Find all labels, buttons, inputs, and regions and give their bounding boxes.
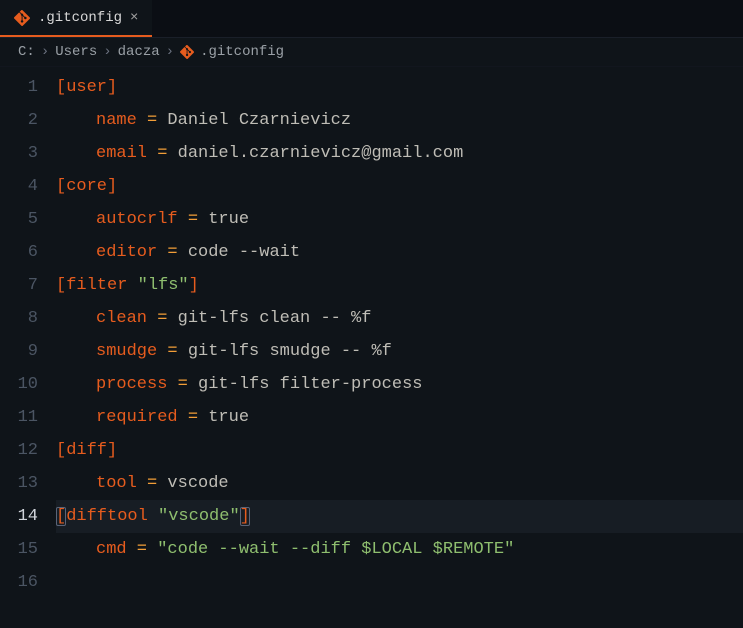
line-number: 9 bbox=[0, 335, 38, 368]
config-key: process bbox=[96, 375, 167, 394]
chevron-right-icon: › bbox=[103, 44, 111, 60]
equals-sign: = bbox=[157, 243, 188, 262]
breadcrumb-username[interactable]: dacza bbox=[118, 44, 160, 60]
code-line[interactable]: [diff] bbox=[56, 434, 743, 467]
code-editor[interactable]: 1 2 3 4 5 6 7 8 9 10 11 12 13 14 15 16 [… bbox=[0, 67, 743, 599]
section-header: [core] bbox=[56, 177, 117, 196]
section-subname: "vscode" bbox=[158, 507, 240, 526]
config-value: vscode bbox=[167, 474, 228, 493]
line-number: 4 bbox=[0, 170, 38, 203]
line-number-gutter: 1 2 3 4 5 6 7 8 9 10 11 12 13 14 15 16 bbox=[0, 71, 56, 599]
config-value: git-lfs filter-process bbox=[198, 375, 422, 394]
code-line[interactable]: [core] bbox=[56, 170, 743, 203]
config-key: clean bbox=[96, 309, 147, 328]
line-number: 3 bbox=[0, 137, 38, 170]
line-number: 2 bbox=[0, 104, 38, 137]
close-icon[interactable]: × bbox=[130, 10, 138, 26]
code-content[interactable]: [user] name = Daniel Czarnievicz email =… bbox=[56, 71, 743, 599]
line-number: 14 bbox=[0, 500, 38, 533]
line-number: 12 bbox=[0, 434, 38, 467]
section-subname: "lfs" bbox=[138, 276, 189, 295]
config-key: tool bbox=[96, 474, 137, 493]
line-number: 5 bbox=[0, 203, 38, 236]
equals-sign: = bbox=[137, 111, 168, 130]
line-number: 16 bbox=[0, 566, 38, 599]
line-number: 1 bbox=[0, 71, 38, 104]
section-header: [user] bbox=[56, 78, 117, 97]
equals-sign: = bbox=[178, 210, 209, 229]
equals-sign: = bbox=[167, 375, 198, 394]
breadcrumb-users[interactable]: Users bbox=[55, 44, 97, 60]
equals-sign: = bbox=[137, 474, 168, 493]
config-key: email bbox=[96, 144, 147, 163]
code-line[interactable]: tool = vscode bbox=[56, 467, 743, 500]
code-line[interactable]: required = true bbox=[56, 401, 743, 434]
line-number: 7 bbox=[0, 269, 38, 302]
bracket-open: [ bbox=[56, 276, 66, 295]
code-line[interactable]: autocrlf = true bbox=[56, 203, 743, 236]
config-key: autocrlf bbox=[96, 210, 178, 229]
config-key: editor bbox=[96, 243, 157, 262]
code-line[interactable] bbox=[56, 566, 743, 599]
chevron-right-icon: › bbox=[166, 44, 174, 60]
code-line[interactable]: [filter "lfs"] bbox=[56, 269, 743, 302]
config-value: code --wait bbox=[188, 243, 300, 262]
code-line[interactable]: cmd = "code --wait --diff $LOCAL $REMOTE… bbox=[56, 533, 743, 566]
breadcrumb[interactable]: C: › Users › dacza › .gitconfig bbox=[0, 38, 743, 67]
code-line[interactable]: name = Daniel Czarnievicz bbox=[56, 104, 743, 137]
bracket-close: ] bbox=[189, 276, 199, 295]
code-line[interactable]: smudge = git-lfs smudge -- %f bbox=[56, 335, 743, 368]
equals-sign: = bbox=[178, 408, 209, 427]
tab-bar: .gitconfig × bbox=[0, 0, 743, 38]
config-value: git-lfs clean -- %f bbox=[178, 309, 372, 328]
code-line[interactable]: process = git-lfs filter-process bbox=[56, 368, 743, 401]
chevron-right-icon: › bbox=[41, 44, 49, 60]
config-value: true bbox=[208, 210, 249, 229]
config-value: daniel.czarnievicz@gmail.com bbox=[178, 144, 464, 163]
breadcrumb-filename[interactable]: .gitconfig bbox=[200, 44, 284, 60]
git-icon bbox=[180, 45, 194, 59]
code-line[interactable]: email = daniel.czarnievicz@gmail.com bbox=[56, 137, 743, 170]
line-number: 8 bbox=[0, 302, 38, 335]
bracket-close: ] bbox=[240, 507, 250, 526]
section-name: filter bbox=[66, 276, 137, 295]
git-icon bbox=[14, 10, 30, 26]
line-number: 6 bbox=[0, 236, 38, 269]
config-key: smudge bbox=[96, 342, 157, 361]
config-value: Daniel Czarnievicz bbox=[167, 111, 351, 130]
bracket-open: [ bbox=[56, 507, 66, 526]
config-value: git-lfs smudge -- %f bbox=[188, 342, 392, 361]
config-value: true bbox=[208, 408, 249, 427]
tab-filename: .gitconfig bbox=[38, 10, 122, 26]
config-key: required bbox=[96, 408, 178, 427]
line-number: 11 bbox=[0, 401, 38, 434]
equals-sign: = bbox=[157, 342, 188, 361]
breadcrumb-drive[interactable]: C: bbox=[18, 44, 35, 60]
line-number: 13 bbox=[0, 467, 38, 500]
equals-sign: = bbox=[147, 309, 178, 328]
equals-sign: = bbox=[147, 144, 178, 163]
section-name: difftool bbox=[66, 507, 158, 526]
code-line[interactable]: clean = git-lfs clean -- %f bbox=[56, 302, 743, 335]
line-number: 10 bbox=[0, 368, 38, 401]
line-number: 15 bbox=[0, 533, 38, 566]
config-key: name bbox=[96, 111, 137, 130]
code-line[interactable]: [user] bbox=[56, 71, 743, 104]
equals-sign: = bbox=[127, 540, 158, 559]
code-line[interactable]: [difftool "vscode"] bbox=[56, 500, 743, 533]
config-key: cmd bbox=[96, 540, 127, 559]
tab-gitconfig[interactable]: .gitconfig × bbox=[0, 0, 152, 37]
code-line[interactable]: editor = code --wait bbox=[56, 236, 743, 269]
config-value: "code --wait --diff $LOCAL $REMOTE" bbox=[157, 540, 514, 559]
section-header: [diff] bbox=[56, 441, 117, 460]
